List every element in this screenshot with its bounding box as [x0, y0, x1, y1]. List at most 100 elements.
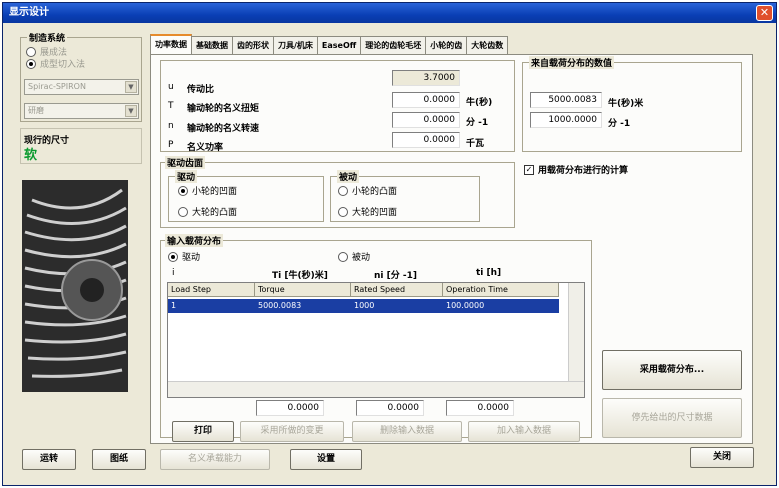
table-vertical-scrollbar[interactable] [568, 283, 584, 397]
radio-circle-icon [26, 46, 36, 57]
cell-load-step[interactable]: 1 [168, 299, 255, 313]
calculate-button[interactable]: 运转 [22, 449, 76, 470]
radio-checked-icon [178, 185, 188, 196]
sum-time-field: 0.0000 [446, 400, 514, 416]
input-load-label: 输入载荷分布 [165, 234, 224, 247]
col-hint-speed: ni [分 -1] [374, 271, 417, 281]
load-speed-unit: 分 -1 [608, 119, 631, 129]
power-sym-t: T [168, 101, 174, 111]
tab-basic-data[interactable]: 基础数据 [192, 36, 233, 54]
col-hint-torque: Ti [牛(秒)米] [272, 271, 328, 281]
radio-label: 驱动 [182, 253, 201, 263]
torque-unit: 牛(秒) [466, 98, 493, 108]
tab-easeoff[interactable]: EaseOff [317, 36, 362, 54]
tab-bar: 功率数据 基础数据 齿的形状 刀具/机床 EaseOff 理论的齿轮毛坯 小轮的… [150, 34, 509, 54]
driving-flank-label: 驱动齿面 [165, 156, 206, 169]
load-values-label: 来自载荷分布的数值 [529, 56, 615, 69]
radio-circle-icon [178, 206, 188, 217]
table-header-row: Load Step Torque Rated Speed Operation T… [168, 283, 559, 297]
cell-torque[interactable]: 5000.0083 [255, 299, 351, 313]
tab-gear-blank[interactable]: 理论的齿轮毛坯 [361, 36, 427, 54]
radio-label: 成型切入法 [40, 60, 86, 70]
add-input-button[interactable]: 加入输入数据 [468, 421, 580, 442]
radio-pinion-convex[interactable]: 小轮的凸面 [338, 184, 397, 197]
radio-circle-icon [338, 185, 348, 196]
finish-combo-value: 研磨 [28, 106, 44, 115]
torque-field[interactable]: 0.0000 [392, 92, 460, 108]
apply-changes-button[interactable]: 采用所做的变更 [240, 421, 344, 442]
close-icon[interactable]: ✕ [756, 5, 773, 21]
speed-unit: 分 -1 [466, 118, 489, 128]
drawing-button[interactable]: 图纸 [92, 449, 146, 470]
tab-gear-teeth[interactable]: 大轮齿数 [467, 36, 509, 54]
use-load-label: 用载荷分布进行的计算 [538, 166, 629, 176]
radio-checked-icon [168, 251, 178, 262]
radio-label: 大轮的凸面 [192, 208, 238, 218]
radio-label: 小轮的凸面 [352, 187, 398, 197]
load-torque-unit: 牛(秒)米 [608, 99, 644, 109]
use-load-distribution-button[interactable]: 采用载荷分布... [602, 350, 742, 390]
radio-pinion-concave[interactable]: 小轮的凹面 [178, 184, 237, 197]
radio-label: 大轮的凹面 [352, 208, 398, 218]
finish-combo[interactable]: 研磨 ▼ [24, 103, 139, 119]
sum-speed-field: 0.0000 [356, 400, 424, 416]
radio-circle-icon [338, 206, 348, 217]
method-combo[interactable]: Spirac-SPIRON ▼ [24, 79, 139, 95]
power-sym-p: P [168, 140, 174, 150]
previous-size-button[interactable]: 停先给出的尺寸数据 [602, 398, 742, 438]
tab-power-data[interactable]: 功率数据 [150, 34, 192, 54]
sum-torque-field: 0.0000 [256, 400, 324, 416]
power-label-speed: 输动轮的名义转速 [187, 124, 260, 134]
chevron-down-icon[interactable]: ▼ [125, 105, 137, 117]
load-torque-field: 5000.0083 [530, 92, 602, 108]
radio-label: 小轮的凹面 [192, 187, 238, 197]
tab-tooth-shape[interactable]: 齿的形状 [233, 36, 274, 54]
gear-image [22, 180, 128, 392]
radio-gear-concave[interactable]: 大轮的凹面 [338, 205, 397, 218]
print-button[interactable]: 打印 [172, 421, 234, 442]
cell-rated-speed[interactable]: 1000 [351, 299, 443, 313]
title-bar: 显示设计 ✕ [3, 3, 776, 23]
header-torque[interactable]: Torque [255, 283, 351, 297]
col-hint-index: i [172, 268, 175, 278]
tab-tool-machine[interactable]: 刀具/机床 [274, 36, 318, 54]
radio-load-driven[interactable]: 被动 [338, 250, 370, 263]
radio-label: 被动 [352, 253, 371, 263]
power-label-power: 名义功率 [187, 143, 224, 153]
use-load-checkbox[interactable]: ✓ 用载荷分布进行的计算 [524, 163, 628, 176]
header-load-step[interactable]: Load Step [168, 283, 255, 297]
driven-subgroup-label: 被动 [337, 170, 360, 183]
load-table[interactable]: Load Step Torque Rated Speed Operation T… [167, 282, 585, 398]
checkmark-icon: ✓ [524, 164, 534, 175]
method-combo-value: Spirac-SPIRON [28, 82, 86, 91]
nominal-capacity-button[interactable]: 名义承载能力 [160, 449, 270, 470]
radio-load-drive[interactable]: 驱动 [168, 250, 200, 263]
table-horizontal-scrollbar[interactable] [168, 381, 584, 397]
speed-field[interactable]: 0.0000 [392, 112, 460, 128]
current-size-value: 软 [24, 148, 38, 163]
col-hint-time: ti [h] [476, 268, 502, 278]
radio-gear-convex[interactable]: 大轮的凸面 [178, 205, 237, 218]
close-button[interactable]: 关闭 [690, 447, 754, 468]
delete-input-button[interactable]: 删除输入数据 [352, 421, 462, 442]
power-field[interactable]: 0.0000 [392, 132, 460, 148]
power-label-ratio: 传动比 [187, 85, 215, 95]
power-sym-u: u [168, 82, 174, 92]
radio-form-plunge[interactable]: 成型切入法 [26, 57, 85, 70]
settings-button[interactable]: 设置 [290, 449, 362, 470]
table-row[interactable]: 1 5000.0083 1000 100.0000 [168, 299, 559, 313]
chevron-down-icon[interactable]: ▼ [125, 81, 137, 93]
load-speed-field: 1000.0000 [530, 112, 602, 128]
radio-circle-icon [338, 251, 348, 262]
header-operation-time[interactable]: Operation Time [443, 283, 559, 297]
tab-pinion-teeth[interactable]: 小轮的齿 [426, 36, 468, 54]
power-label-torque: 输动轮的名义扭矩 [187, 104, 260, 114]
header-rated-speed[interactable]: Rated Speed [351, 283, 443, 297]
ratio-field: 3.7000 [392, 70, 460, 86]
cell-operation-time[interactable]: 100.0000 [443, 299, 559, 313]
power-sym-n: n [168, 121, 174, 131]
drive-subgroup-label: 驱动 [175, 170, 198, 183]
radio-checked-icon [26, 58, 36, 69]
system-group-label: 制造系统 [27, 31, 68, 44]
power-unit: 千瓦 [466, 139, 485, 149]
